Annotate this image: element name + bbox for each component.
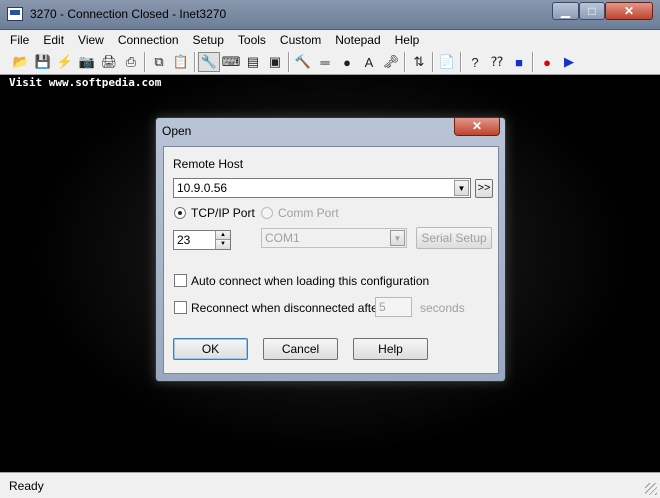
status-bar: Ready <box>0 472 660 498</box>
menu-notepad[interactable]: Notepad <box>335 33 380 47</box>
port-stepper[interactable]: 23 ▲ ▼ <box>173 230 231 250</box>
chevron-down-icon[interactable]: ▼ <box>454 180 469 196</box>
camera-icon[interactable]: 📷 <box>76 52 98 72</box>
tools-icon[interactable]: 🔧 <box>198 52 220 72</box>
notepad-icon[interactable]: 📄 <box>436 52 458 72</box>
auto-connect-label: Auto connect when loading this configura… <box>191 274 430 288</box>
comm-port-label: Comm Port <box>278 206 339 220</box>
screen-icon[interactable]: ▣ <box>264 52 286 72</box>
auto-connect-checkbox[interactable] <box>174 274 187 287</box>
keyboard-icon[interactable]: ⌨ <box>220 52 242 72</box>
menu-file[interactable]: File <box>10 33 29 47</box>
toolbar-separator <box>404 52 406 72</box>
port-value: 23 <box>177 233 191 247</box>
toolbar-separator <box>460 52 462 72</box>
print-icon[interactable]: ⎙ <box>120 52 142 72</box>
wrench-icon[interactable]: 🔨 <box>292 52 314 72</box>
window-icon[interactable]: ▤ <box>242 52 264 72</box>
reconnect-seconds-input[interactable]: 5 <box>375 297 412 317</box>
tcpip-radio[interactable] <box>174 207 186 219</box>
comm-port-radio[interactable] <box>261 207 273 219</box>
resize-grip-icon[interactable] <box>645 483 657 495</box>
copy-icon[interactable]: ⧉ <box>148 52 170 72</box>
menu-tools[interactable]: Tools <box>238 33 266 47</box>
close-icon: ✕ <box>471 119 483 133</box>
reconnect-checkbox[interactable] <box>174 301 187 314</box>
colors-icon[interactable]: ● <box>336 52 358 72</box>
close-button[interactable]: ✕ <box>605 2 653 20</box>
dialog-title: Open <box>162 124 192 138</box>
reconnect-label: Reconnect when disconnected after <box>191 301 382 315</box>
ruler-icon[interactable]: ═ <box>314 52 336 72</box>
ok-button[interactable]: OK <box>173 338 248 360</box>
help-button[interactable]: Help <box>353 338 428 360</box>
menu-custom[interactable]: Custom <box>280 33 321 47</box>
transfer-icon[interactable]: ⇅ <box>408 52 430 72</box>
toolbar-separator <box>532 52 534 72</box>
play-icon[interactable]: ▶ <box>558 52 580 72</box>
close-icon: ✕ <box>623 4 635 18</box>
context-help-icon[interactable]: ⁇ <box>486 52 508 72</box>
remote-host-value: 10.9.0.56 <box>177 181 228 195</box>
help-icon[interactable]: ? <box>464 52 486 72</box>
toolbar-separator <box>288 52 290 72</box>
menu-connection[interactable]: Connection <box>118 33 179 47</box>
paste-icon[interactable]: 📋 <box>170 52 192 72</box>
print-setup-icon[interactable]: 🖨 <box>98 52 120 72</box>
cancel-button[interactable]: Cancel <box>263 338 338 360</box>
chevron-down-icon[interactable]: ▼ <box>390 230 405 246</box>
maximize-icon: □ <box>588 4 596 18</box>
minimize-button[interactable]: ▁ <box>552 2 579 20</box>
status-text: Ready <box>9 479 44 493</box>
comm-port-value: COM1 <box>265 231 300 245</box>
menu-help[interactable]: Help <box>395 33 420 47</box>
tcpip-label: TCP/IP Port <box>191 206 255 220</box>
menu-view[interactable]: View <box>78 33 104 47</box>
menu-bar: File Edit View Connection Setup Tools Cu… <box>0 30 660 50</box>
terminal-text: Visit www.softpedia.com <box>9 76 162 89</box>
minimize-icon: ▁ <box>560 4 571 18</box>
chevron-up-icon[interactable]: ▲ <box>215 231 230 240</box>
more-button[interactable]: >> <box>475 179 493 198</box>
title-bar: 3270 - Connection Closed - Inet3270 ▁ □ … <box>0 0 660 30</box>
menu-edit[interactable]: Edit <box>43 33 64 47</box>
reconnect-seconds-value: 5 <box>379 300 386 314</box>
remote-host-label: Remote Host <box>173 157 244 171</box>
open-folder-icon[interactable]: 📂 <box>10 52 32 72</box>
maximize-button[interactable]: □ <box>579 2 605 20</box>
connect-icon[interactable]: ⚡ <box>54 52 76 72</box>
toolbar: 📂 💾 ⚡ 📷 🖨 ⎙ ⧉ 📋 🔧 ⌨ ▤ ▣ 🔨 ═ ● A 🗝 ⇅ 📄 ? … <box>0 50 660 75</box>
serial-setup-button[interactable]: Serial Setup <box>416 227 492 249</box>
open-dialog: Open ✕ Remote Host 10.9.0.56 ▼ >> TCP/IP… <box>155 117 506 382</box>
keymap-icon[interactable]: 🗝 <box>380 52 402 72</box>
toolbar-separator <box>432 52 434 72</box>
menu-setup[interactable]: Setup <box>193 33 224 47</box>
chevron-down-icon[interactable]: ▼ <box>215 240 230 249</box>
dialog-close-button[interactable]: ✕ <box>454 118 500 136</box>
record-icon[interactable]: ● <box>536 52 558 72</box>
seconds-label: seconds <box>420 301 465 315</box>
font-icon[interactable]: A <box>358 52 380 72</box>
app-icon[interactable] <box>7 7 23 21</box>
toolbar-separator <box>194 52 196 72</box>
toolbar-separator <box>144 52 146 72</box>
stop-icon[interactable]: ■ <box>508 52 530 72</box>
remote-host-combo[interactable]: 10.9.0.56 ▼ <box>173 178 471 198</box>
comm-port-select[interactable]: COM1 ▼ <box>261 228 407 248</box>
dialog-body: Remote Host 10.9.0.56 ▼ >> TCP/IP Port C… <box>163 146 499 374</box>
save-icon[interactable]: 💾 <box>32 52 54 72</box>
window-title: 3270 - Connection Closed - Inet3270 <box>30 7 227 21</box>
